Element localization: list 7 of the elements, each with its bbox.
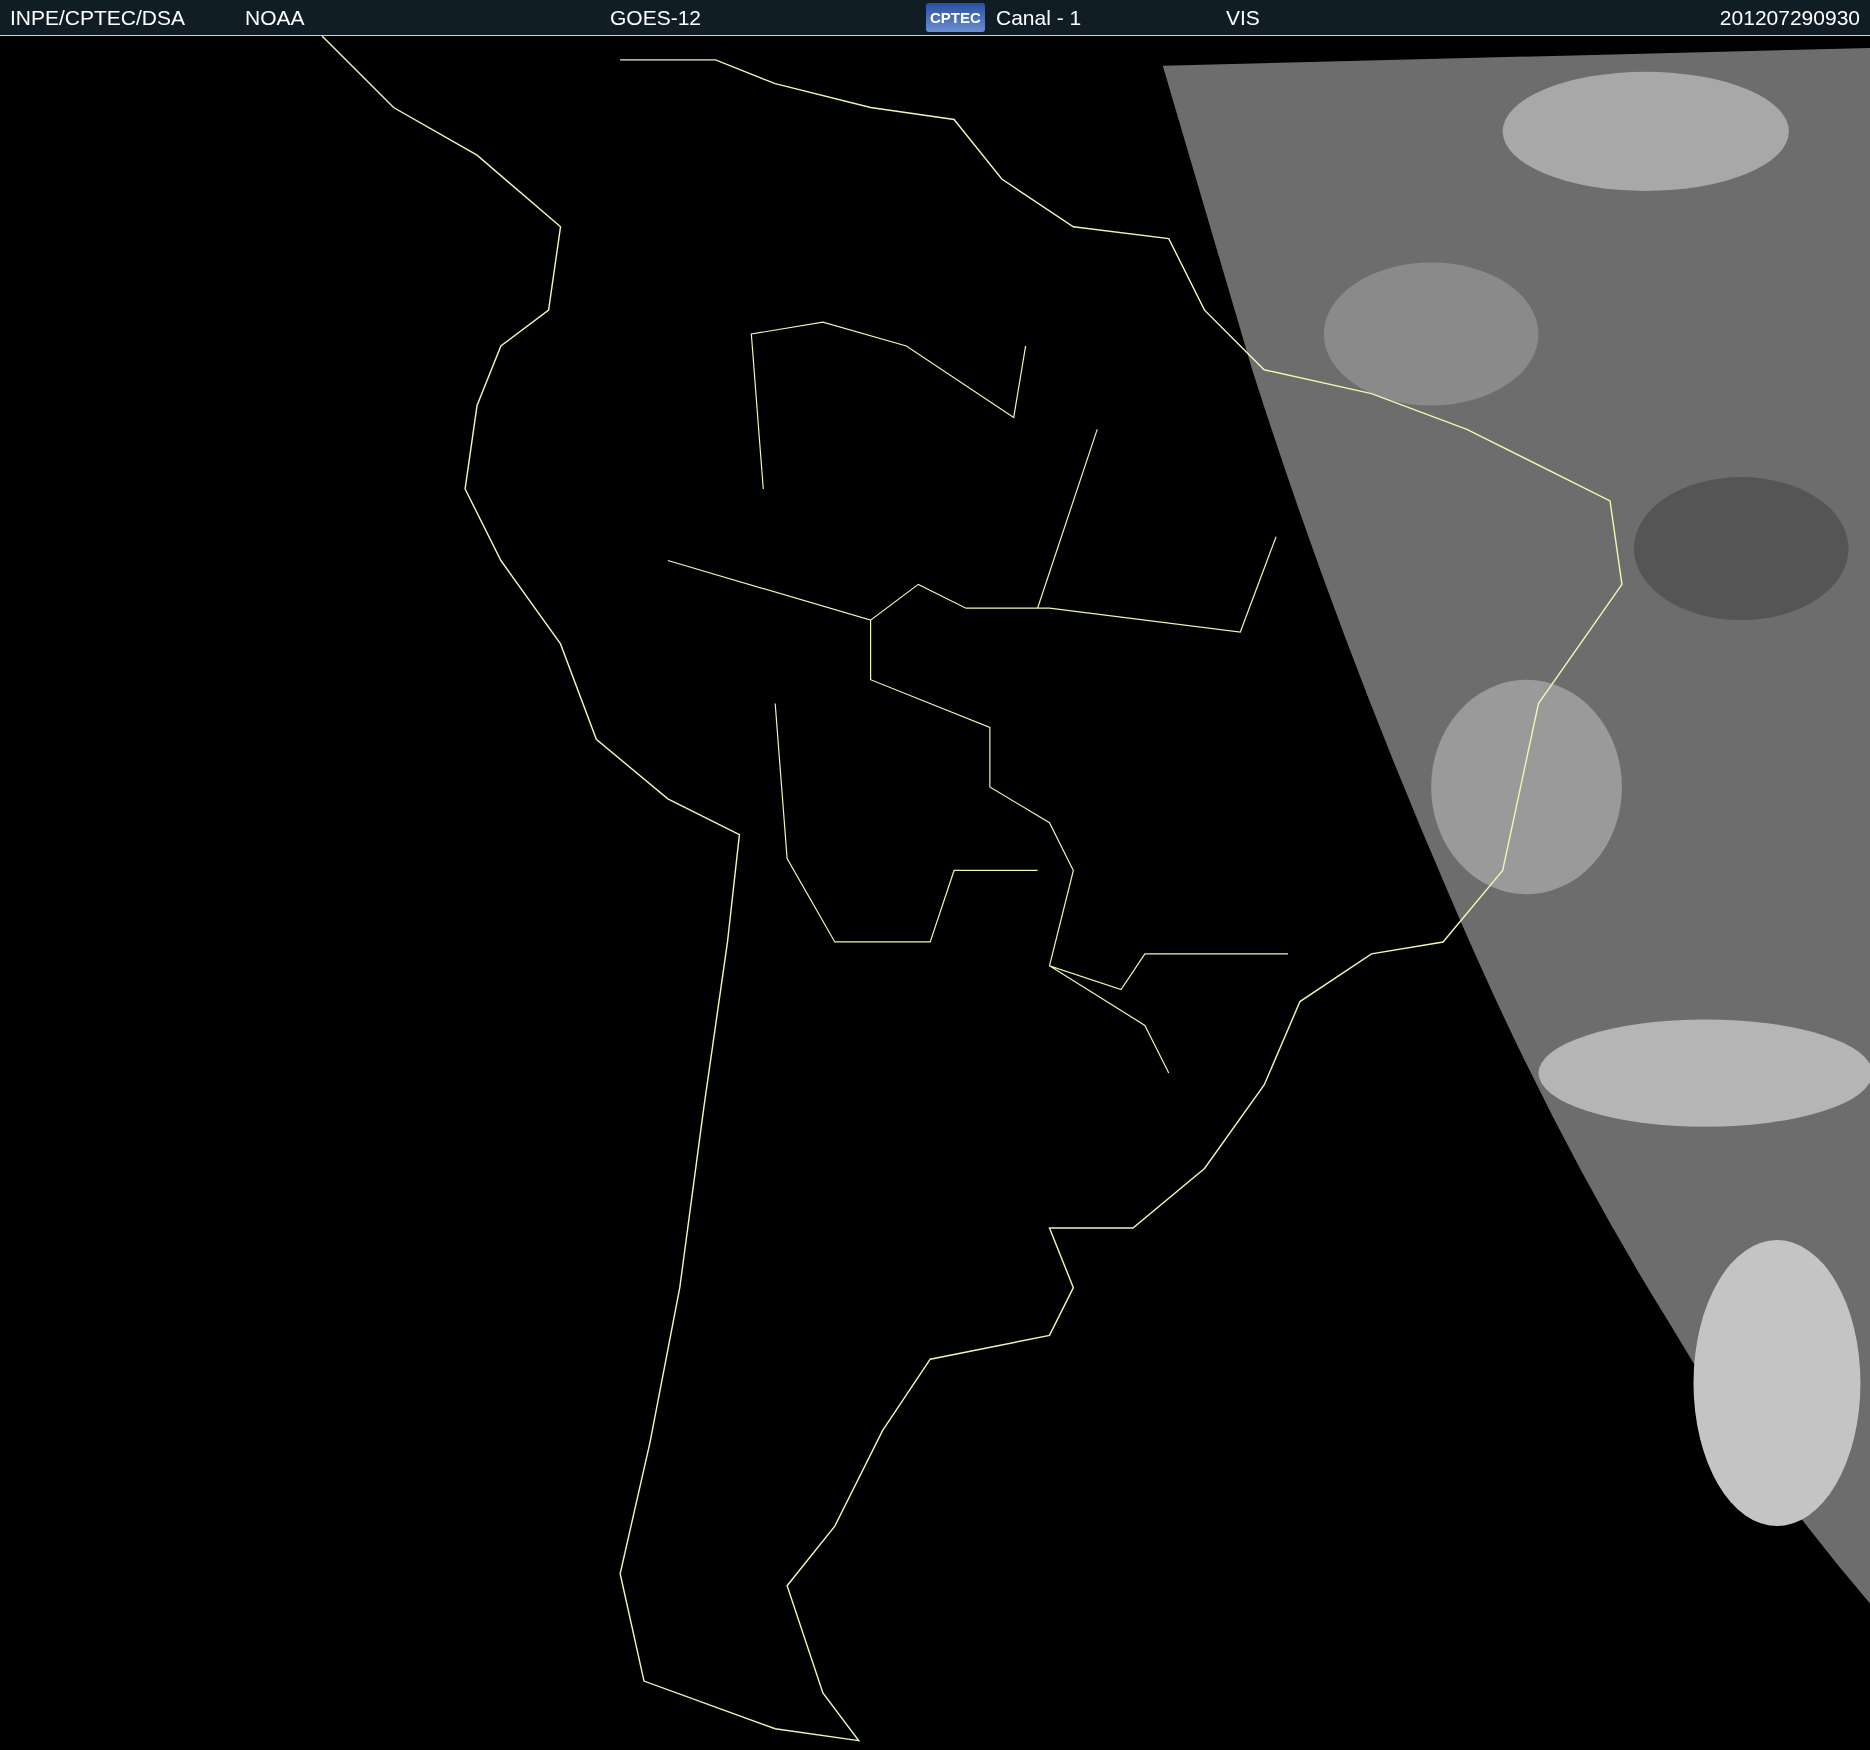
logo: CPTEC [926, 3, 985, 32]
header-label: INPE/CPTEC/DSA [10, 5, 187, 30]
header-label: 201207290930 [1719, 5, 1860, 30]
header-label: VIS [1226, 5, 1261, 30]
header-label: NOAA [245, 5, 306, 30]
header-label: Canal - 1 [996, 5, 1083, 30]
header-label: GOES-12 [610, 5, 703, 30]
